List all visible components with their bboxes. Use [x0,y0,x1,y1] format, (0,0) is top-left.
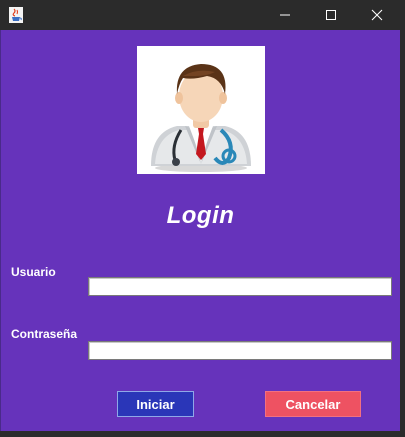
password-label: Contraseña [11,327,78,341]
minimize-button[interactable] [262,0,308,30]
cancel-button[interactable]: Cancelar [265,391,361,417]
login-panel: Login Usuario Contraseña Iniciar Cancela… [0,30,400,431]
java-cup-icon [9,7,23,23]
username-field[interactable] [88,277,392,296]
username-label: Usuario [11,265,56,279]
password-field[interactable] [88,341,392,360]
title-bar [0,0,405,30]
avatar [137,46,265,174]
close-icon [371,9,383,21]
maximize-button[interactable] [308,0,354,30]
start-button[interactable]: Iniciar [117,391,194,417]
minimize-icon [280,14,290,16]
close-button[interactable] [354,0,400,30]
page-title: Login [166,202,235,229]
doctor-avatar-icon [151,64,251,172]
maximize-icon [326,10,336,20]
